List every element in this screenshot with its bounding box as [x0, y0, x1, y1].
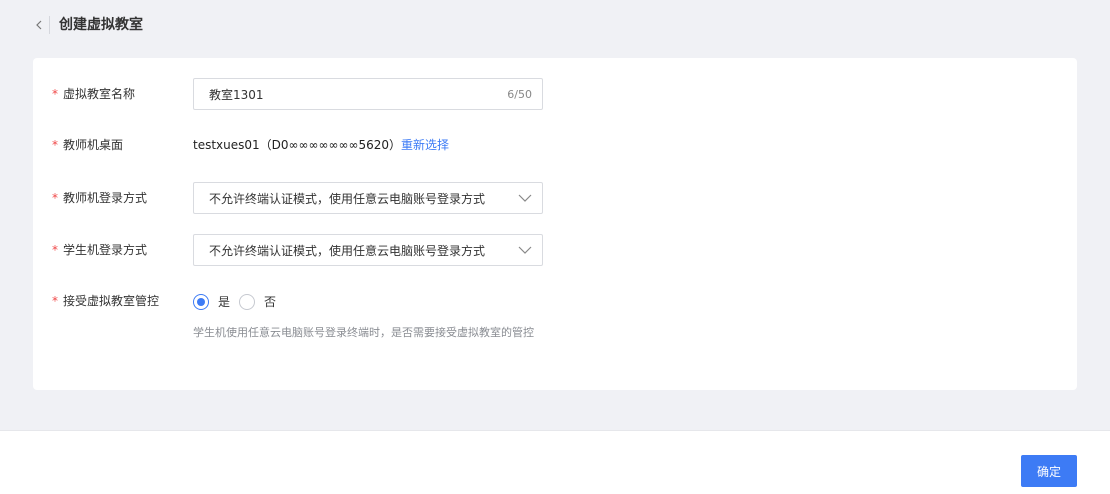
student-login-label: * 学生机登录方式 — [52, 243, 148, 257]
header-divider — [49, 16, 50, 34]
teacher-login-select[interactable]: 不允许终端认证模式，使用任意云电脑账号登录方式 — [193, 182, 543, 214]
footer-bar: 确定 — [0, 430, 1110, 494]
required-mark: * — [52, 138, 58, 152]
teacher-desktop-value: testxues01（D0∞∞∞∞∞∞∞5620） — [193, 138, 402, 152]
radio-no[interactable] — [239, 293, 256, 310]
form-card: * 虚拟教室名称 教室1301 6/50 * 教师机桌面 testxues01（D0… — [33, 58, 1077, 390]
reselect-link[interactable]: 重新选择 — [401, 137, 449, 153]
teacher-desktop-label: * 教师机桌面 — [52, 138, 124, 152]
page-title: 创建虚拟教室 — [59, 17, 143, 33]
teacher-login-label: * 教师机登录方式 — [52, 191, 148, 205]
chevron-down-icon — [518, 194, 532, 202]
required-mark: * — [52, 243, 58, 257]
student-login-value: 不允许终端认证模式，使用任意云电脑账号登录方式 — [209, 243, 486, 258]
confirm-button[interactable]: 确定 — [1021, 455, 1077, 487]
accept-control-label: * 接受虚拟教室管控 — [52, 294, 160, 308]
teacher-login-value: 不允许终端认证模式，使用任意云电脑账号登录方式 — [209, 191, 486, 206]
char-counter: 6/50 — [507, 87, 532, 101]
chevron-down-icon — [518, 246, 532, 254]
required-mark: * — [52, 294, 58, 308]
classroom-name-value[interactable]: 教室1301 — [209, 86, 507, 103]
classroom-name-input[interactable]: 教室1301 6/50 — [193, 78, 543, 110]
chevron-left-icon — [36, 20, 42, 30]
page-header: 创建虚拟教室 — [0, 0, 1110, 52]
classroom-name-label: * 虚拟教室名称 — [52, 87, 136, 101]
radio-yes[interactable] — [193, 293, 209, 310]
radio-no-label[interactable]: 否 — [264, 293, 276, 310]
back-button[interactable] — [33, 17, 45, 33]
student-login-select[interactable]: 不允许终端认证模式，使用任意云电脑账号登录方式 — [193, 234, 543, 266]
accept-control-hint: 学生机使用任意云电脑账号登录终端时，是否需要接受虚拟教室的管控 — [193, 326, 534, 339]
accept-control-radio-group: 是 否 — [193, 293, 276, 310]
required-mark: * — [52, 191, 58, 205]
required-mark: * — [52, 87, 58, 101]
radio-yes-label[interactable]: 是 — [218, 293, 230, 310]
